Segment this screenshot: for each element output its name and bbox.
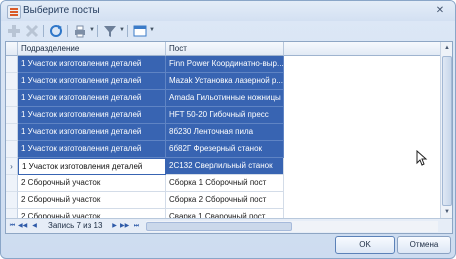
dialog-window: Выберите посты ✕ ▼ ▼ ▼ Подразделение Пос… [0,0,456,259]
row-indicator[interactable] [6,56,18,73]
cell-post[interactable]: 8б230 Ленточная пила [166,124,284,141]
row-indicator[interactable] [6,141,18,158]
vertical-scroll-thumb[interactable] [442,56,452,206]
table-row[interactable]: › 1 Участок изготовления деталей 2С132 Све… [6,158,284,175]
cell-post[interactable]: Сборка 1 Сборочный пост [166,175,284,192]
first-record-icon[interactable]: ⏮ [8,221,17,232]
print-dropdown-icon[interactable]: ▼ [89,27,95,33]
vertical-scrollbar[interactable]: ▲ ▼ [440,42,452,218]
cell-department[interactable]: 2 Сборочный участок [18,175,166,192]
cell-department[interactable]: 1 Участок изготовления деталей [18,158,166,175]
cell-post[interactable]: Amada Гильотинные ножницы [166,90,284,107]
row-indicator[interactable] [6,124,18,141]
record-counter: Запись 7 из 13 [48,221,103,230]
row-indicator[interactable] [6,73,18,90]
add-icon[interactable] [7,24,21,38]
cell-post[interactable]: 2С132 Сверлильный станок [166,158,284,175]
window-title: Выберите посты [23,5,100,16]
row-indicator[interactable] [6,90,18,107]
close-icon[interactable]: ✕ [433,4,447,17]
table-row[interactable]: 2 Сборочный участок Сборка 1 Сборочный по… [6,175,284,192]
print-icon[interactable] [73,24,87,38]
table-row[interactable]: 1 Участок изготовления деталей HFT 50-20 … [6,107,284,124]
last-record-icon[interactable]: ⏭ [132,221,141,232]
cell-post[interactable]: HFT 50-20 Гибочный пресс [166,107,284,124]
cell-department[interactable]: 2 Сборочный участок [18,192,166,209]
table-row[interactable]: 1 Участок изготовления деталей 6б82Г Фрез… [6,141,284,158]
app-icon [7,5,21,19]
window-dropdown-icon[interactable]: ▼ [149,27,155,33]
row-indicator[interactable] [6,175,18,192]
filter-dropdown-icon[interactable]: ▼ [119,27,125,33]
row-indicator[interactable]: › [6,158,18,175]
cell-post[interactable]: Сборка 2 Сборочный пост [166,192,284,209]
cell-post[interactable]: Finn Power Координатно-выр... [166,56,284,73]
table-row[interactable]: 2 Сборочный участок Сборка 2 Сборочный по… [6,192,284,209]
next-page-icon[interactable]: ▶▶ [120,221,129,232]
cell-post[interactable]: 6б82Г Фрезерный станок [166,141,284,158]
cell-department[interactable]: 1 Участок изготовления деталей [18,107,166,124]
cell-department[interactable]: 1 Участок изготовления деталей [18,141,166,158]
header-indicator [6,42,18,56]
cancel-button[interactable]: Отмена [397,236,451,254]
delete-icon[interactable] [25,24,39,38]
filter-icon[interactable] [103,24,117,38]
cell-department[interactable]: 1 Участок изготовления деталей [18,90,166,107]
cell-department[interactable]: 1 Участок изготовления деталей [18,56,166,73]
posts-grid[interactable]: Подразделение Пост 1 Участок изготовлени… [5,41,453,234]
table-row[interactable]: 1 Участок изготовления деталей 8б230 Лент… [6,124,284,141]
cell-department[interactable]: 1 Участок изготовления деталей [18,73,166,90]
column-header-post[interactable]: Пост [166,42,284,56]
window-icon[interactable] [133,24,147,38]
prev-page-icon[interactable]: ◀◀ [18,221,27,232]
scroll-up-icon[interactable]: ▲ [441,42,452,54]
title-bar[interactable]: Выберите посты ✕ [1,1,455,21]
next-record-icon[interactable]: ▶ [110,221,119,232]
prev-record-icon[interactable]: ◀ [30,221,39,232]
row-indicator[interactable] [6,107,18,124]
record-navigator: ⏮ ◀◀ ◀ Запись 7 из 13 ▶ ▶▶ ⏭ [6,218,452,233]
cell-department[interactable]: 1 Участок изготовления деталей [18,124,166,141]
toolbar: ▼ ▼ ▼ [5,22,451,40]
column-header-department[interactable]: Подразделение [18,42,166,56]
header-filler [284,42,440,56]
ok-button[interactable]: OK [335,236,395,254]
table-row[interactable]: 1 Участок изготовления деталей Mazak Уста… [6,73,284,90]
table-row[interactable]: 1 Участок изготовления деталей Finn Power… [6,56,284,73]
scroll-down-icon[interactable]: ▼ [441,206,452,218]
cell-post[interactable]: Mazak Установка лазерной р... [166,73,284,90]
horizontal-scrollbar[interactable] [146,221,438,232]
table-row[interactable]: 1 Участок изготовления деталей Amada Гиль… [6,90,284,107]
refresh-icon[interactable] [49,24,63,38]
mouse-cursor-icon [416,150,428,166]
horizontal-scroll-thumb[interactable] [146,222,292,231]
row-indicator[interactable] [6,192,18,209]
